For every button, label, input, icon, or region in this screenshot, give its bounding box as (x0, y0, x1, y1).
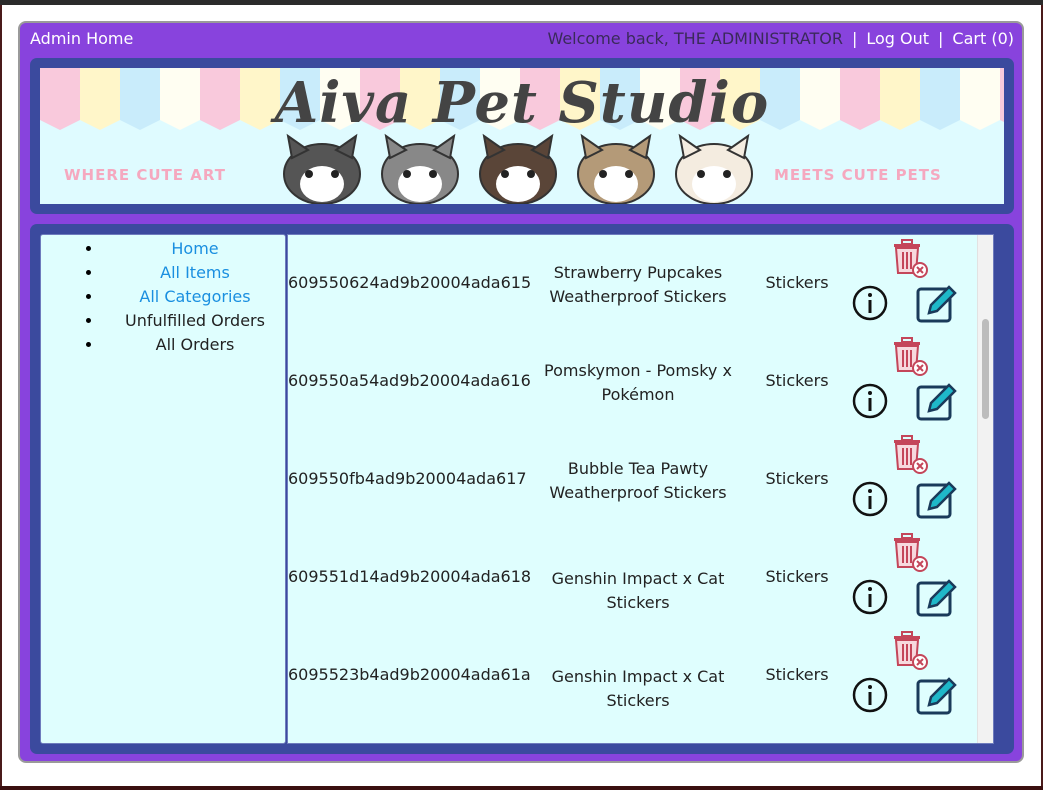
pet-eye (305, 170, 313, 178)
sidebar-nav-list: Home All Items All Categories Unfulfille… (41, 237, 287, 357)
table-row: 609550a54ad9b20004ada616 Pomskymon - Pom… (288, 333, 978, 431)
nav-separator: | (851, 29, 858, 48)
table-row: 6095523b4ad9b20004ada61a Genshin Impact … (288, 627, 978, 725)
item-id: 609550a54ad9b20004ada616 (288, 371, 531, 390)
edit-icon[interactable] (915, 479, 957, 521)
item-id: 609550fb4ad9b20004ada617 (288, 469, 527, 488)
item-name-line: Genshin Impact x Cat Stickers (551, 569, 725, 612)
sidebar-item-all-orders: All Orders (103, 333, 287, 357)
item-name-line: Weatherproof Stickers (549, 483, 727, 502)
banner-image: Aiva Pet Studio WHERE CUTE ART MEETS CUT… (40, 68, 1004, 204)
item-name: Genshin Impact x Cat Stickers (526, 665, 750, 713)
sidebar-link-home[interactable]: Home (171, 239, 218, 258)
pet-eye (527, 170, 535, 178)
info-icon[interactable] (852, 383, 888, 419)
item-category: Stickers (765, 371, 829, 390)
info-icon[interactable] (852, 579, 888, 615)
trash-icon[interactable] (891, 631, 929, 671)
pet-eye (599, 170, 607, 178)
info-icon[interactable] (852, 677, 888, 713)
pet-eye (625, 170, 633, 178)
trash-icon[interactable] (891, 533, 929, 573)
trash-icon[interactable] (891, 337, 929, 377)
pet-eye (697, 170, 705, 178)
pet-eye (403, 170, 411, 178)
sidebar-item-all-items[interactable]: All Items (103, 261, 287, 285)
item-id: 6095523b4ad9b20004ada61a (288, 665, 531, 684)
window-top-edge (0, 0, 1043, 5)
banner-tagline-right: MEETS CUTE PETS (774, 166, 942, 184)
admin-sidebar: Home All Items All Categories Unfulfille… (40, 234, 286, 744)
item-category: Stickers (765, 665, 829, 684)
item-name: Bubble Tea Pawty Weatherproof Stickers (526, 457, 750, 505)
item-name-line: Strawberry Pupcakes (553, 263, 723, 282)
sidebar-link-all-items[interactable]: All Items (160, 263, 230, 282)
edit-icon[interactable] (915, 577, 957, 619)
sidebar-text-all-orders: All Orders (155, 335, 235, 354)
item-name: Genshin Impact x Cat Stickers (526, 567, 750, 615)
item-name: Pomskymon - Pomsky x Pokémon (526, 359, 750, 407)
trash-icon[interactable] (891, 435, 929, 475)
sidebar-link-all-categories[interactable]: All Categories (139, 287, 250, 306)
item-name-line: Bubble Tea Pawty (567, 459, 709, 478)
window-bottom-edge (0, 786, 1043, 790)
vertical-scrollbar[interactable] (977, 235, 993, 743)
info-icon[interactable] (852, 285, 888, 321)
edit-icon[interactable] (915, 283, 957, 325)
pet-eye (331, 170, 339, 178)
item-name-line: Genshin Impact x Cat Stickers (551, 667, 725, 710)
edit-icon[interactable] (915, 381, 957, 423)
item-name-line: Weatherproof Stickers (549, 287, 727, 306)
sidebar-text-unfulfilled-orders: Unfulfilled Orders (125, 311, 265, 330)
info-icon[interactable] (852, 481, 888, 517)
table-row: 609551d14ad9b20004ada618 Genshin Impact … (288, 529, 978, 627)
item-name: Strawberry Pupcakes Weatherproof Stickers (526, 261, 750, 309)
item-name-line: Pomskymon - Pomsky x (544, 361, 732, 380)
window-left-edge (0, 5, 2, 790)
table-row: 609550624ad9b20004ada615 Strawberry Pupc… (288, 235, 978, 333)
pet-eye (723, 170, 731, 178)
table-row: 609550fb4ad9b20004ada617 Bubble Tea Pawt… (288, 431, 978, 529)
admin-home-link[interactable]: Admin Home (30, 29, 133, 48)
scrollbar-thumb[interactable] (982, 319, 989, 419)
trash-icon[interactable] (891, 239, 929, 279)
item-id: 609551d14ad9b20004ada618 (288, 567, 532, 586)
welcome-text: Welcome back, THE ADMINISTRATOR (547, 29, 843, 48)
banner-panel: Aiva Pet Studio WHERE CUTE ART MEETS CUT… (30, 58, 1014, 214)
nav-separator: | (938, 29, 944, 48)
banner-tagline-left: WHERE CUTE ART (64, 166, 226, 184)
item-category: Stickers (765, 567, 829, 586)
item-name-line: Pokémon (601, 385, 675, 404)
top-navbar: Admin Home Welcome back, THE ADMINISTRAT… (30, 26, 1014, 50)
page-frame: Admin Home Welcome back, THE ADMINISTRAT… (18, 21, 1024, 763)
main-panel: Home All Items All Categories Unfulfille… (30, 224, 1014, 754)
banner-logo-title: Aiva Pet Studio (274, 70, 770, 136)
cart-link[interactable]: Cart (0) (952, 29, 1014, 48)
sidebar-item-home[interactable]: Home (103, 237, 287, 261)
sidebar-item-unfulfilled-orders: Unfulfilled Orders (103, 309, 287, 333)
logout-link[interactable]: Log Out (866, 29, 929, 48)
pet-eye (501, 170, 509, 178)
pet-eye (429, 170, 437, 178)
sidebar-item-all-categories[interactable]: All Categories (103, 285, 287, 309)
edit-icon[interactable] (915, 675, 957, 717)
item-category: Stickers (765, 469, 829, 488)
user-nav: Welcome back, THE ADMINISTRATOR | Log Ou… (547, 29, 1014, 48)
item-id: 609550624ad9b20004ada615 (288, 273, 532, 292)
items-table[interactable]: 609550624ad9b20004ada615 Strawberry Pupc… (287, 234, 994, 744)
item-category: Stickers (765, 273, 829, 292)
